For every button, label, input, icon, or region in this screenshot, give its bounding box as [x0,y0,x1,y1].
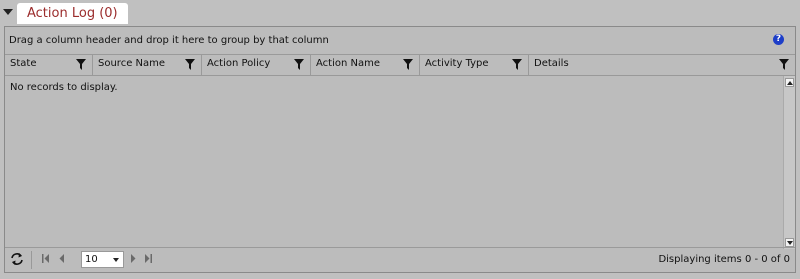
column-header-state[interactable]: State [5,54,93,75]
filter-icon[interactable] [294,59,304,70]
page-size-select[interactable]: 10 [81,251,124,268]
column-label: Details [534,58,569,69]
pager-status: Displaying items 0 - 0 of 0 [658,254,790,265]
column-header-activity-type[interactable]: Activity Type [420,54,529,75]
filter-icon[interactable] [76,59,86,70]
page-size-value: 10 [85,254,98,265]
column-label: Activity Type [425,58,489,69]
scroll-up-button[interactable] [785,78,794,87]
pager-divider [31,251,32,269]
column-label: Action Policy [207,58,271,69]
pager-bar: 10 Displaying items 0 - 0 of 0 [5,247,795,272]
scroll-down-button[interactable] [785,238,794,247]
next-page-icon[interactable] [129,254,137,263]
column-header-source-name[interactable]: Source Name [93,54,202,75]
column-label: Source Name [98,58,166,69]
previous-page-icon[interactable] [58,254,66,263]
column-header-action-policy[interactable]: Action Policy [202,54,311,75]
filter-icon[interactable] [512,59,522,70]
chevron-down-icon [787,241,793,245]
column-label: State [10,58,37,69]
group-by-panel[interactable]: Drag a column header and drop it here to… [5,27,795,55]
group-panel-hint: Drag a column header and drop it here to… [9,35,329,46]
last-page-icon[interactable] [144,254,152,263]
grid-body: No records to display. [5,76,795,249]
column-header-details[interactable]: Details [529,54,795,75]
action-log-grid: Drag a column header and drop it here to… [4,26,796,273]
column-label: Action Name [316,58,380,69]
section-title: Action Log (0) [17,3,128,24]
column-header-action-name[interactable]: Action Name [311,54,420,75]
no-records-message: No records to display. [10,82,118,93]
refresh-icon[interactable] [9,251,25,267]
section-header: Action Log (0) [0,0,800,26]
first-page-icon[interactable] [42,254,50,263]
collapse-arrow-icon[interactable] [3,9,13,15]
vertical-scrollbar[interactable] [783,76,795,249]
filter-icon[interactable] [779,59,789,70]
chevron-up-icon [787,81,793,85]
column-header-row: State Source Name Action Policy Action N… [5,54,795,76]
help-icon[interactable]: ? [773,34,784,45]
filter-icon[interactable] [185,59,195,70]
chevron-down-icon [113,258,119,262]
filter-icon[interactable] [403,59,413,70]
